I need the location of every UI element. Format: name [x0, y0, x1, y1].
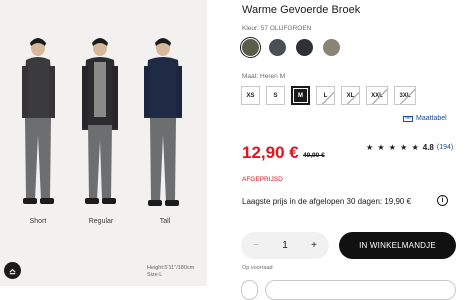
size-3xl[interactable]: 3XL	[394, 86, 416, 105]
quantity-stepper: − 1 +	[241, 232, 329, 259]
size-label: Maat: Heren M	[242, 73, 285, 80]
info-icon[interactable]: i	[437, 195, 448, 206]
store-availability-button[interactable]	[265, 280, 456, 300]
size-s[interactable]: S	[266, 86, 285, 105]
old-price: 49,90 €	[303, 152, 325, 159]
quantity-value: 1	[282, 240, 288, 251]
color-swatch-beige[interactable]	[321, 37, 342, 58]
model-height: Height:5'11"/180cm	[147, 265, 195, 271]
color-label: Kleur: 57 OLIJFGROEN	[242, 25, 312, 32]
color-swatch-charcoal[interactable]	[294, 37, 315, 58]
add-to-cart-button[interactable]: IN WINKELMANDJE	[339, 232, 456, 259]
size-m[interactable]: M	[291, 86, 310, 105]
size-xs[interactable]: XS	[241, 86, 260, 105]
model-size: Size:L	[147, 272, 163, 278]
discount-flag: AFGEPRIJSD	[242, 176, 283, 183]
size-l[interactable]: L	[316, 86, 335, 105]
expand-icon	[9, 268, 16, 275]
star-icons: ★ ★ ★ ★ ★	[366, 143, 420, 152]
product-image[interactable]: Short Regular Tall Height:5'11"/180cm Si…	[0, 0, 207, 286]
size-xxl[interactable]: XXL	[366, 86, 388, 105]
product-rating[interactable]: ★ ★ ★ ★ ★ 4.8 (194)	[366, 143, 453, 152]
color-swatch-olive[interactable]	[240, 37, 261, 58]
size-xl[interactable]: XL	[341, 86, 360, 105]
stock-status: Op voorraad	[242, 265, 273, 271]
model-label-short: Short	[29, 218, 47, 225]
ruler-icon	[403, 115, 413, 122]
model-label-regular: Regular	[88, 218, 114, 225]
color-swatch-slate[interactable]	[267, 37, 288, 58]
favorite-button[interactable]	[241, 280, 258, 300]
model-label-tall: Tall	[159, 218, 171, 225]
size-table-link[interactable]: Maattabel	[403, 115, 447, 122]
size-table-label: Maattabel	[416, 115, 447, 122]
models-illustration	[0, 0, 207, 286]
size-selector: XS S M L XL XXL 3XL	[241, 86, 416, 105]
product-title: Warme Gevoerde Broek	[242, 4, 361, 16]
zoom-button[interactable]	[4, 262, 21, 279]
current-price: 12,90 €	[242, 143, 299, 162]
decrease-quantity-button[interactable]: −	[253, 240, 259, 251]
review-count-link[interactable]: (194)	[437, 144, 453, 151]
rating-score: 4.8	[422, 143, 434, 152]
increase-quantity-button[interactable]: +	[311, 240, 317, 251]
lowest-price-text: Laagste prijs in de afgelopen 30 dagen: …	[242, 197, 412, 206]
model-size-note: Height:5'11"/180cm Size:L	[147, 265, 194, 279]
color-swatches	[240, 37, 342, 58]
